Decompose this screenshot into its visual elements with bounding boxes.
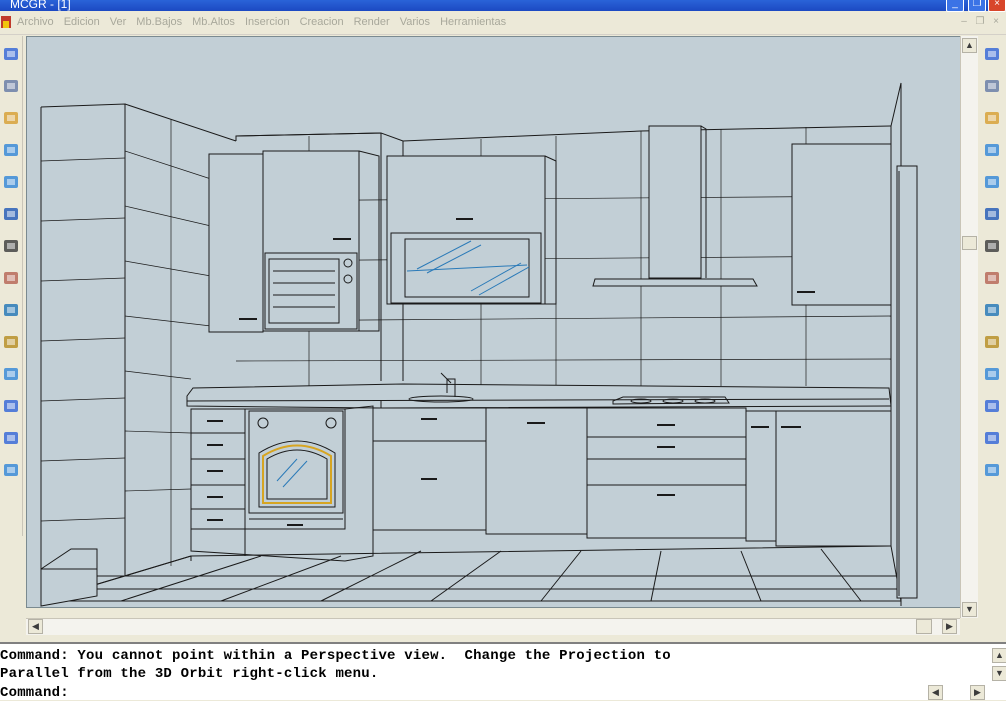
scroll-thumb-horizontal[interactable]	[916, 619, 932, 634]
scroll-right-button[interactable]: ▶	[942, 619, 957, 634]
mdi-controls: – ❐ ×	[956, 16, 1004, 30]
command-window[interactable]: Command: You cannot point within a Persp…	[0, 642, 1006, 701]
orbit-icon[interactable]	[1, 300, 21, 320]
right-toolbar	[981, 36, 1006, 536]
title-bar: MCGR - [1] _ ❐ ×	[0, 0, 1006, 12]
texture-icon[interactable]	[982, 268, 1002, 288]
edit-icon[interactable]	[982, 428, 1002, 448]
save-icon[interactable]	[1, 44, 21, 64]
door-icon[interactable]	[982, 300, 1002, 320]
extrude-icon[interactable]	[1, 396, 21, 416]
command-prompt[interactable]: Command:	[0, 685, 69, 701]
command-history-line-2: Parallel from the 3D Orbit right-click m…	[0, 666, 379, 682]
scroll-thumb-vertical[interactable]	[962, 236, 977, 250]
menu-creacion[interactable]: Creacion	[295, 16, 349, 28]
menu-mb-altos[interactable]: Mb.Altos	[187, 16, 240, 28]
redo-icon[interactable]	[1, 172, 21, 192]
vertical-scrollbar[interactable]: ▲ ▼	[960, 36, 978, 618]
arrow-icon[interactable]	[1, 460, 21, 480]
menu-herramientas[interactable]: Herramientas	[435, 16, 511, 28]
scroll-down-button[interactable]: ▼	[962, 602, 977, 617]
scroll-left-button[interactable]: ◀	[28, 619, 43, 634]
plant-icon[interactable]	[982, 396, 1002, 416]
menu-insercion[interactable]: Insercion	[240, 16, 295, 28]
scroll-up-button[interactable]: ▲	[962, 38, 977, 53]
cmd-scroll-down-button[interactable]: ▼	[992, 666, 1006, 681]
kitchen-perspective-drawing	[40, 82, 918, 607]
minimize-button[interactable]: _	[946, 0, 964, 12]
grid-icon[interactable]	[982, 236, 1002, 256]
layers-icon[interactable]	[982, 108, 1002, 128]
solid-icon[interactable]	[1, 428, 21, 448]
print-icon[interactable]	[1, 76, 21, 96]
wall-icon[interactable]	[982, 364, 1002, 384]
mdi-close-button[interactable]: ×	[988, 16, 1004, 30]
box-icon[interactable]	[1, 364, 21, 384]
cmd-scroll-up-button[interactable]: ▲	[992, 648, 1006, 663]
plane-icon[interactable]	[982, 76, 1002, 96]
mdi-restore-button[interactable]: ❐	[972, 16, 988, 30]
menu-bar: Archivo Edicion Ver Mb.Bajos Mb.Altos Inserci…	[0, 12, 1006, 35]
menu-list: Archivo Edicion Ver Mb.Bajos Mb.Altos Inserci…	[12, 16, 511, 28]
pencil-icon[interactable]	[1, 108, 21, 128]
zoom-icon[interactable]	[1, 204, 21, 224]
menu-mb-bajos[interactable]: Mb.Bajos	[131, 16, 187, 28]
app-icon[interactable]	[1, 16, 11, 28]
panel-icon[interactable]	[982, 332, 1002, 352]
camera-icon[interactable]	[1, 236, 21, 256]
cabinet-icon[interactable]	[982, 140, 1002, 160]
delete-icon[interactable]	[982, 204, 1002, 224]
mdi-minimize-button[interactable]: –	[956, 16, 972, 30]
menu-varios[interactable]: Varios	[395, 16, 435, 28]
horizontal-scrollbar[interactable]: ◀ ▶	[26, 618, 960, 635]
cube-icon[interactable]	[982, 172, 1002, 192]
close-button[interactable]: ×	[988, 0, 1006, 12]
view-icon[interactable]	[982, 44, 1002, 64]
left-toolbar	[0, 36, 23, 536]
restore-button[interactable]: ❐	[968, 0, 986, 12]
menu-render[interactable]: Render	[349, 16, 395, 28]
drawing-viewport[interactable]	[26, 36, 962, 608]
undo-icon[interactable]	[1, 140, 21, 160]
command-history-line-1: Command: You cannot point within a Persp…	[0, 648, 671, 664]
pan-icon[interactable]	[1, 268, 21, 288]
menu-archivo[interactable]: Archivo	[12, 16, 59, 28]
ruler-icon[interactable]	[982, 460, 1002, 480]
menu-edicion[interactable]: Edicion	[59, 16, 105, 28]
window-title: MCGR - [1]	[10, 0, 71, 11]
menu-ver[interactable]: Ver	[105, 16, 132, 28]
measure-icon[interactable]	[1, 332, 21, 352]
